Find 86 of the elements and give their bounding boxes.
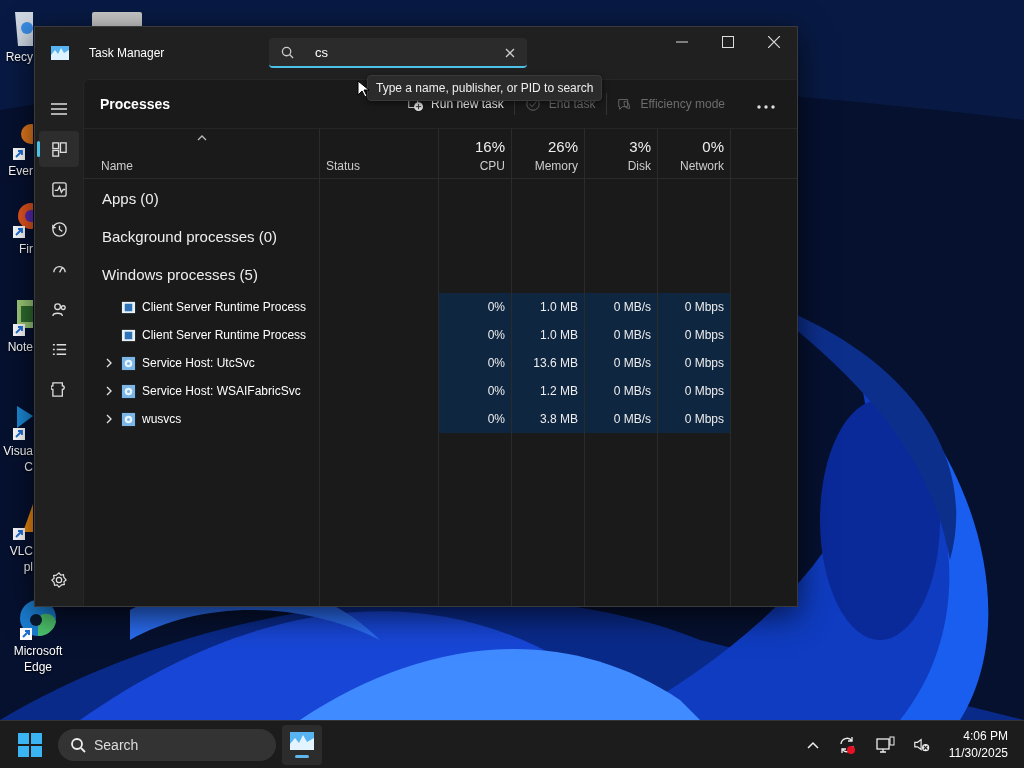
chevron-right-icon bbox=[106, 414, 112, 424]
process-name[interactable]: Client Server Runtime Process bbox=[142, 328, 307, 342]
search-field[interactable]: Search bbox=[58, 728, 276, 761]
processes-icon bbox=[50, 140, 68, 158]
tooltip: Type a name, publisher, or PID to search bbox=[367, 75, 603, 101]
table-cell: 0% bbox=[439, 293, 512, 321]
taskbar-app[interactable] bbox=[282, 724, 322, 765]
process-name[interactable]: Service Host: WSAIFabricSvc bbox=[142, 384, 301, 398]
table-cell: 1.0 MB bbox=[512, 321, 585, 349]
sort-caret-icon bbox=[196, 135, 207, 141]
chevron-right-icon bbox=[106, 386, 112, 396]
column-header[interactable]: 0% Network bbox=[658, 129, 731, 179]
shortcut-icon bbox=[13, 298, 33, 338]
puzzle-icon bbox=[50, 380, 68, 398]
desktop-icon-label[interactable]: Ever bbox=[8, 164, 33, 178]
table-cell: 0 Mbps bbox=[658, 349, 731, 377]
table-cell: 0 MB/s bbox=[585, 293, 658, 321]
process-name[interactable]: Client Server Runtime Process bbox=[142, 300, 307, 314]
group-heading[interactable]: Background processes (0) bbox=[84, 217, 320, 255]
table-cell: 0 MB/s bbox=[585, 321, 658, 349]
table-cell: 1.0 MB bbox=[512, 293, 585, 321]
column-header[interactable]: Name bbox=[84, 129, 320, 179]
history-icon bbox=[50, 220, 68, 238]
window-icon bbox=[121, 327, 136, 343]
window-icon bbox=[121, 299, 136, 315]
process-name[interactable]: Service Host: UtcSvc bbox=[142, 356, 255, 370]
table-cell: 0% bbox=[439, 405, 512, 433]
table-cell: 0 Mbps bbox=[658, 321, 731, 349]
nav-tab[interactable] bbox=[39, 131, 79, 167]
close-icon bbox=[768, 36, 780, 48]
desktop-icon-label[interactable]: Recy bbox=[5, 50, 33, 64]
desktop-icon-label[interactable]: Visua bbox=[3, 444, 33, 458]
table-cell: 1.2 MB bbox=[512, 377, 585, 405]
gear-icon bbox=[121, 411, 136, 427]
close-icon bbox=[505, 48, 515, 58]
table-cell: 0 MB/s bbox=[585, 349, 658, 377]
shortcut-icon bbox=[13, 122, 33, 162]
task-manager-logo-icon bbox=[51, 46, 69, 60]
table-cell: 0 MB/s bbox=[585, 405, 658, 433]
table-cell: 0 Mbps bbox=[658, 405, 731, 433]
window-title: Task Manager bbox=[89, 46, 166, 60]
search-icon bbox=[281, 46, 294, 59]
monitor-icon bbox=[874, 734, 895, 755]
leaf-icon bbox=[616, 96, 633, 112]
desktop-icon-label[interactable]: VLC bbox=[9, 544, 33, 558]
shortcut-icon bbox=[13, 502, 33, 542]
column-header[interactable]: 26% Memory bbox=[512, 129, 585, 179]
column-header[interactable]: Status bbox=[320, 129, 439, 179]
chevron-up-icon bbox=[806, 740, 819, 749]
desktop-icon-label[interactable]: Microsoft bbox=[13, 644, 63, 658]
page-title: Processes bbox=[100, 96, 172, 112]
table-cell: 0 MB/s bbox=[585, 377, 658, 405]
group-heading[interactable]: Windows processes (5) bbox=[84, 255, 320, 293]
desktop-icon-label[interactable]: Note bbox=[7, 340, 33, 354]
chevron-right-icon bbox=[106, 358, 112, 368]
table-cell: 3.8 MB bbox=[512, 405, 585, 433]
column-header[interactable]: 3% Disk bbox=[585, 129, 658, 179]
table-cell: 0% bbox=[439, 349, 512, 377]
search-field[interactable]: cs bbox=[269, 38, 527, 68]
desktop-icon-label[interactable]: pl bbox=[23, 560, 33, 574]
column-header[interactable]: 16% CPU bbox=[439, 129, 512, 179]
table-cell: 0% bbox=[439, 321, 512, 349]
more-icon bbox=[757, 104, 775, 109]
gear-icon bbox=[121, 383, 136, 399]
task-manager-logo-icon bbox=[290, 731, 314, 750]
desktop-icon-label[interactable]: Fir bbox=[19, 242, 33, 256]
clock[interactable]: 4:06 PM 11/30/2025 bbox=[946, 727, 1010, 762]
table-cell: 0 Mbps bbox=[658, 293, 731, 321]
table-cell: 0 Mbps bbox=[658, 377, 731, 405]
desktop-icon-label[interactable]: Edge bbox=[24, 660, 52, 674]
minimize-icon bbox=[676, 41, 688, 43]
mouse-cursor-icon bbox=[357, 80, 369, 98]
menu-icon bbox=[51, 103, 67, 115]
group-heading[interactable]: Apps (0) bbox=[84, 179, 320, 217]
search-icon bbox=[70, 736, 86, 753]
table-cell: 13.6 MB bbox=[512, 349, 585, 377]
process-name[interactable]: wusvcs bbox=[142, 412, 182, 426]
users-icon bbox=[50, 300, 68, 318]
settings-icon bbox=[51, 572, 67, 588]
windows-logo-icon bbox=[18, 732, 42, 757]
maximize-icon bbox=[722, 36, 734, 48]
desktop-icon-label[interactable]: C bbox=[24, 460, 33, 474]
table-cell: 0% bbox=[439, 377, 512, 405]
speaker-muted-icon bbox=[912, 735, 931, 754]
gear-icon bbox=[121, 355, 136, 371]
pulse-chart-icon bbox=[50, 180, 68, 198]
